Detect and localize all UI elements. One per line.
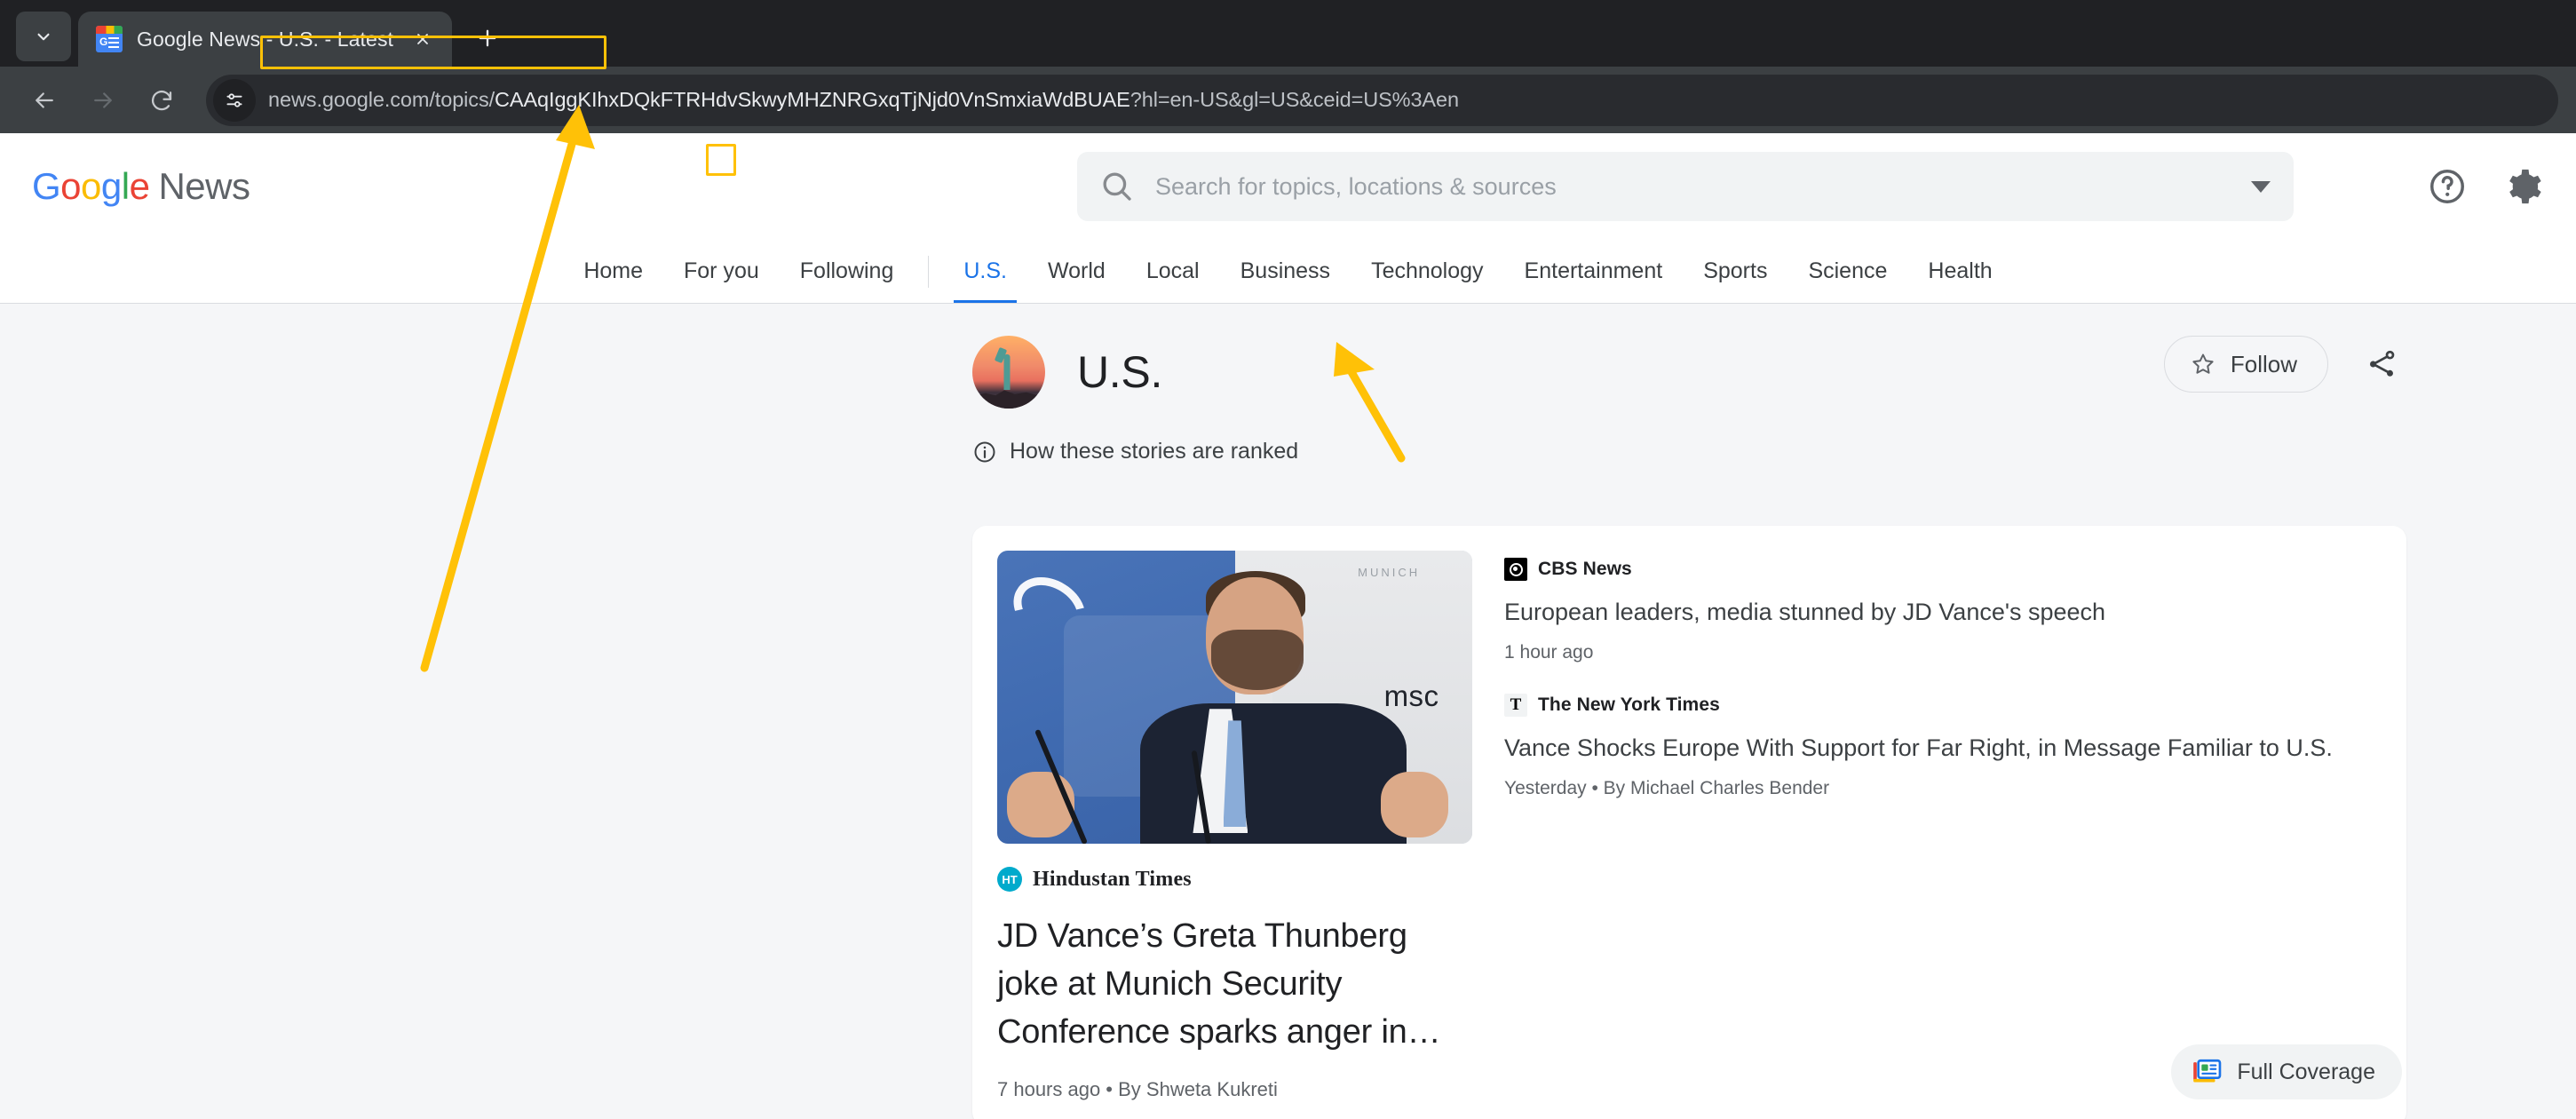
nyt-source[interactable]: T The New York Times: [1504, 694, 2380, 718]
google-news-header: Google News: [0, 133, 2576, 240]
related-source-name-1: CBS News: [1538, 559, 1632, 579]
tune-icon: [226, 92, 242, 107]
search-box[interactable]: [1077, 152, 2294, 221]
favicon-letter: G: [99, 36, 108, 48]
nav-divider: [928, 255, 930, 288]
chevron-down-icon: [37, 33, 50, 41]
share-icon: [2370, 350, 2395, 377]
related-article-title-1[interactable]: European leaders, media stunned by JD Va…: [1504, 597, 2380, 628]
search-area: [1077, 152, 2294, 221]
star-outline-icon: [2192, 353, 2214, 374]
forward-button[interactable]: [76, 74, 130, 127]
nav-item-sports[interactable]: Sports: [1683, 240, 1787, 303]
follow-button[interactable]: Follow: [2163, 336, 2328, 393]
nav-item-home[interactable]: Home: [563, 240, 663, 303]
nav-item-technology[interactable]: Technology: [1351, 240, 1503, 303]
header-icon-group: [2427, 166, 2544, 207]
lead-article-thumbnail[interactable]: MUNICH msc: [997, 551, 1472, 844]
related-article-meta-2: Yesterday • By Michael Charles Bender: [1504, 778, 1830, 799]
nav-item-entertainment[interactable]: Entertainment: [1504, 240, 1684, 303]
topic-actions: Follow: [2163, 336, 2403, 393]
nav-item-for-you[interactable]: For you: [663, 240, 780, 303]
related-article-1: CBS News European leaders, media stunned…: [1504, 558, 2380, 663]
gear-icon[interactable]: [2503, 166, 2544, 207]
logo-g1: G: [32, 165, 61, 207]
browser-tab[interactable]: G Google News - U.S. - Latest: [78, 12, 453, 67]
reload-button[interactable]: [135, 74, 188, 127]
logo-l: l: [121, 165, 130, 207]
hindustan-times-logo-icon: HT: [997, 867, 1022, 892]
back-button[interactable]: [18, 74, 71, 127]
search-dropdown-caret-icon[interactable]: [2251, 180, 2271, 193]
share-button[interactable]: [2360, 343, 2403, 385]
site-settings-icon[interactable]: [213, 78, 256, 122]
topic-body: U.S. Follow How these stories are ranked…: [0, 304, 2576, 1119]
browser-window: G Google News - U.S. - Latest news.googl…: [0, 0, 2576, 1119]
forward-arrow-icon: [94, 91, 112, 108]
url-topic-id: CAAqIggKIhxDQkFTRHdvSkwyMHZNRGxqTjNjd0Vn…: [495, 88, 1130, 111]
thumb-msc-text: msc: [1383, 679, 1439, 713]
nav-item-us[interactable]: U.S.: [943, 240, 1027, 303]
address-bar[interactable]: news.google.com/topics/CAAqIggKIhxDQkFTR…: [206, 74, 2558, 126]
tab-title: Google News - U.S. - Latest: [137, 27, 394, 51]
page-title: U.S.: [1077, 347, 1163, 397]
topic-nav-bar: Home For you Following U.S. World Local …: [0, 240, 2576, 304]
full-coverage-icon: [2192, 1059, 2223, 1085]
lead-article-source[interactable]: HT Hindustan Times: [997, 867, 1472, 892]
search-input[interactable]: [1155, 172, 2251, 201]
follow-button-label: Follow: [2230, 350, 2297, 377]
page-content: Google News Search for topics, locations…: [0, 133, 2576, 1119]
nav-item-world[interactable]: World: [1027, 240, 1126, 303]
statue-of-liberty-avatar: [972, 336, 1045, 409]
nav-item-science[interactable]: Science: [1787, 240, 1907, 303]
full-coverage-label: Full Coverage: [2237, 1059, 2375, 1084]
logo-g2: g: [100, 165, 122, 207]
logo-news-word: News: [158, 165, 250, 207]
related-source-name-2: The New York Times: [1538, 694, 1720, 716]
nyt-t-icon: T: [1504, 694, 1527, 718]
related-articles: CBS News European leaders, media stunned…: [1504, 551, 2380, 1101]
help-circle-icon[interactable]: [2427, 166, 2468, 207]
related-article-2: T The New York Times Vance Shocks Europe…: [1504, 694, 2380, 799]
related-article-title-2[interactable]: Vance Shocks Europe With Support for Far…: [1504, 733, 2380, 764]
plus-icon: [479, 29, 496, 47]
lead-article-meta: 7 hours ago • By Shweta Kukreti: [997, 1077, 1278, 1100]
reload-icon: [152, 90, 172, 110]
lead-article-title[interactable]: JD Vance’s Greta Thunberg joke at Munich…: [997, 913, 1472, 1057]
back-arrow-icon: [36, 91, 53, 108]
ranked-note-label: How these stories are ranked: [1010, 439, 1299, 464]
tab-close-icon[interactable]: [408, 24, 438, 54]
info-icon: [974, 441, 995, 462]
url-query: ?hl=en-US&gl=US&ceid=US%3Aen: [1129, 88, 1459, 111]
close-icon: [417, 34, 428, 44]
nav-item-local[interactable]: Local: [1126, 240, 1220, 303]
nav-item-health[interactable]: Health: [1907, 240, 2012, 303]
thumb-munich-text: MUNICH: [1358, 565, 1421, 579]
new-tab-button[interactable]: [463, 13, 512, 63]
topic-header: U.S. Follow: [0, 304, 2576, 409]
address-bar-url: news.google.com/topics/CAAqIggKIhxDQkFTR…: [268, 88, 1459, 112]
tab-search-chevron-icon[interactable]: [16, 12, 71, 61]
url-prefix: news.google.com/topics/: [268, 88, 495, 111]
story-card: MUNICH msc HT Hindustan Times JD Vance’s…: [972, 526, 2406, 1119]
nav-item-business[interactable]: Business: [1220, 240, 1351, 303]
lead-article: MUNICH msc HT Hindustan Times JD Vance’s…: [997, 551, 1472, 1101]
logo-e: e: [129, 165, 150, 207]
google-news-favicon: G: [96, 26, 123, 52]
google-news-logo[interactable]: Google News: [32, 165, 250, 208]
browser-toolbar: news.google.com/topics/CAAqIggKIhxDQkFTR…: [0, 67, 2576, 133]
cbs-eye-icon: [1504, 558, 1527, 581]
tab-strip: G Google News - U.S. - Latest: [0, 0, 2576, 67]
logo-o2: o: [81, 165, 101, 207]
search-icon: [1103, 172, 1131, 201]
cbs-news-source[interactable]: CBS News: [1504, 558, 2380, 581]
full-coverage-button[interactable]: Full Coverage: [2171, 1044, 2402, 1099]
lead-source-name: Hindustan Times: [1033, 867, 1192, 891]
related-article-meta-1: 1 hour ago: [1504, 642, 1594, 663]
how-stories-are-ranked-link[interactable]: How these stories are ranked: [0, 409, 1298, 464]
nav-item-following[interactable]: Following: [780, 240, 915, 303]
logo-o1: o: [60, 165, 82, 207]
